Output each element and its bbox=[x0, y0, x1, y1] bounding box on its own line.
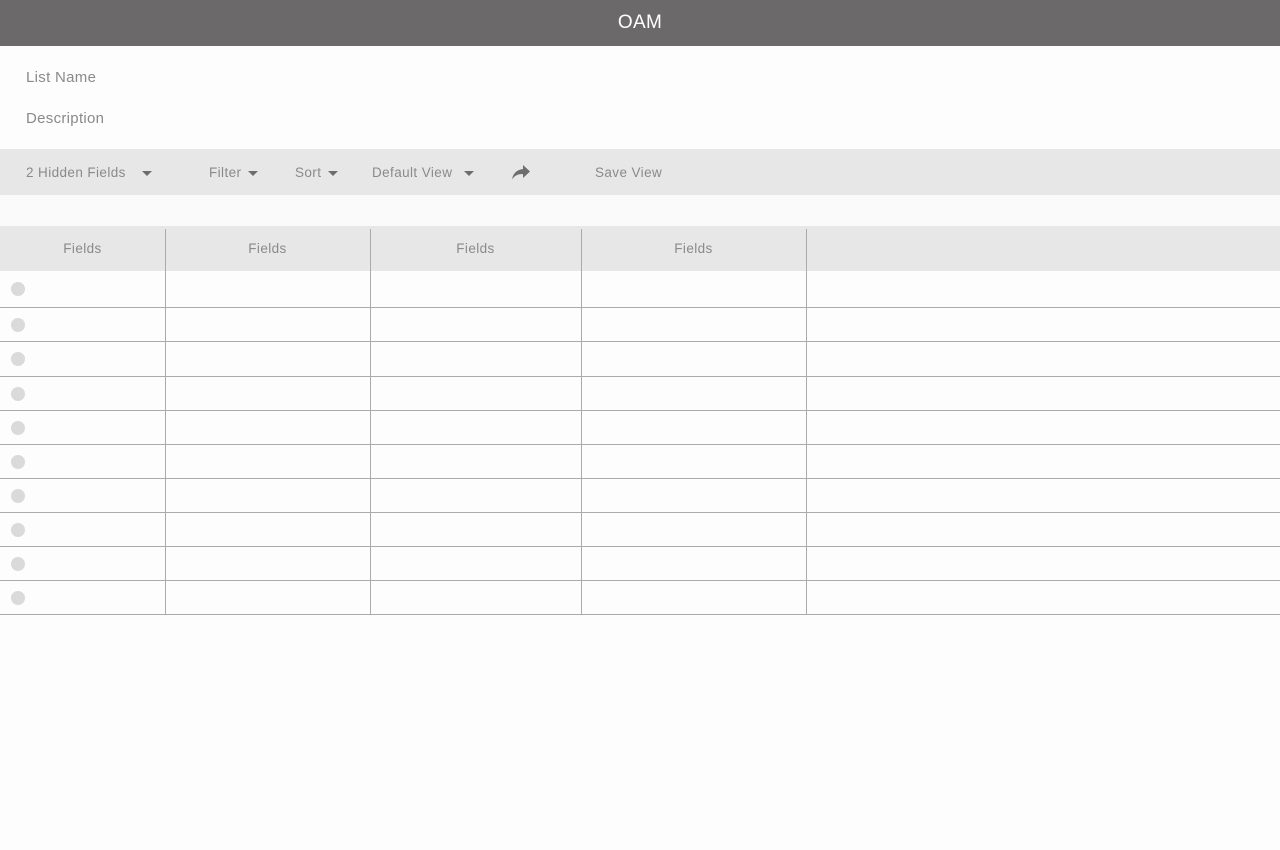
share-button[interactable] bbox=[511, 149, 531, 195]
column-divider bbox=[165, 229, 166, 615]
table-row[interactable] bbox=[0, 581, 1280, 615]
row-select-radio[interactable] bbox=[11, 556, 25, 571]
table-row[interactable] bbox=[0, 445, 1280, 479]
table-row[interactable] bbox=[0, 513, 1280, 547]
row-select-radio[interactable] bbox=[11, 352, 25, 366]
column-header[interactable]: Fields bbox=[370, 226, 581, 271]
list-name-label[interactable]: List Name bbox=[26, 69, 96, 86]
table-row[interactable] bbox=[0, 271, 1280, 308]
chevron-down-icon bbox=[248, 170, 259, 176]
row-select-radio[interactable] bbox=[11, 282, 25, 296]
column-header[interactable]: Fields bbox=[165, 226, 370, 271]
sort-dropdown[interactable]: Sort bbox=[295, 149, 339, 195]
chevron-down-icon bbox=[328, 170, 339, 176]
column-divider bbox=[370, 229, 371, 615]
column-divider bbox=[806, 229, 807, 615]
filter-dropdown[interactable]: Filter bbox=[209, 149, 259, 195]
chevron-down-icon bbox=[141, 170, 152, 176]
filter-label: Filter bbox=[209, 164, 242, 180]
share-icon bbox=[512, 165, 530, 180]
table-row[interactable] bbox=[0, 479, 1280, 513]
row-select-radio[interactable] bbox=[11, 317, 25, 332]
data-table: Fields Fields Fields Fields bbox=[0, 226, 1280, 615]
row-select-radio[interactable] bbox=[11, 454, 25, 469]
save-view-button[interactable]: Save View bbox=[595, 149, 662, 195]
row-select-radio[interactable] bbox=[11, 522, 25, 537]
table-row[interactable] bbox=[0, 547, 1280, 581]
column-divider bbox=[581, 229, 582, 615]
row-select-radio[interactable] bbox=[11, 590, 25, 605]
app-bar: OAM bbox=[0, 0, 1280, 46]
table-row[interactable] bbox=[0, 377, 1280, 411]
row-select-radio[interactable] bbox=[11, 420, 25, 435]
sort-label: Sort bbox=[295, 164, 322, 180]
column-header[interactable] bbox=[806, 226, 1280, 271]
table-body bbox=[0, 271, 1280, 615]
hidden-fields-dropdown[interactable]: 2 Hidden Fields bbox=[26, 149, 152, 195]
view-toolbar: 2 Hidden Fields Filter Sort Default View… bbox=[0, 149, 1280, 195]
hidden-fields-label: 2 Hidden Fields bbox=[26, 164, 126, 180]
table-row[interactable] bbox=[0, 308, 1280, 342]
row-select-radio[interactable] bbox=[11, 488, 25, 503]
column-header[interactable]: Fields bbox=[0, 226, 165, 271]
chevron-down-icon bbox=[464, 170, 475, 176]
table-row[interactable] bbox=[0, 411, 1280, 445]
description-label[interactable]: Description bbox=[26, 110, 104, 127]
view-dropdown[interactable]: Default View bbox=[372, 149, 475, 195]
row-select-radio[interactable] bbox=[11, 386, 25, 401]
table-row[interactable] bbox=[0, 342, 1280, 377]
toolbar-spacer bbox=[0, 195, 1280, 226]
table-header: Fields Fields Fields Fields bbox=[0, 226, 1280, 271]
app-title: OAM bbox=[617, 12, 663, 33]
view-label: Default View bbox=[372, 164, 453, 180]
column-header[interactable]: Fields bbox=[581, 226, 806, 271]
